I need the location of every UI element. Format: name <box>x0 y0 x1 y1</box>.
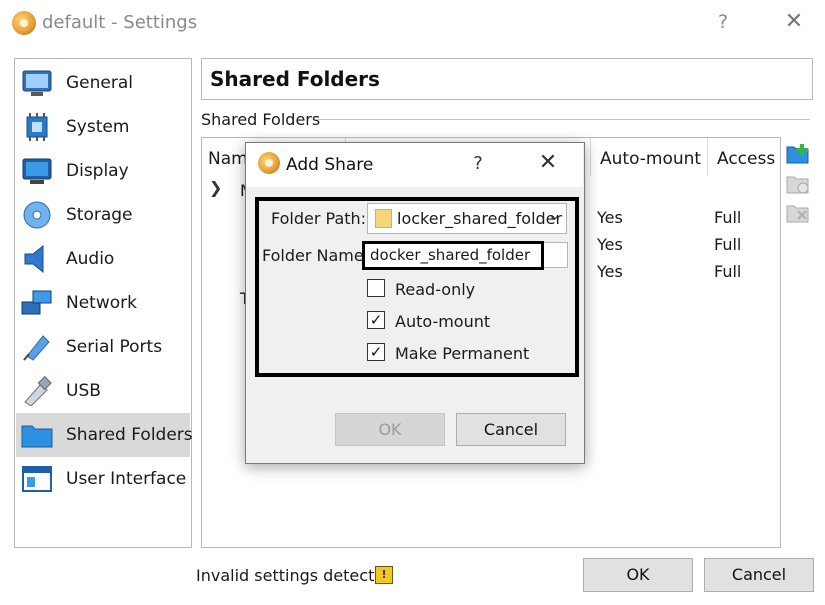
status-message: Invalid settings detected <box>196 566 395 585</box>
remove-share-icon[interactable] <box>786 202 810 224</box>
dialog-ok-button[interactable]: OK <box>335 413 445 446</box>
sidebar-item-label: Network <box>66 293 137 313</box>
table-cell-automount: Yes <box>597 262 623 281</box>
display-monitor-icon <box>22 158 52 184</box>
readonly-label: Read-only <box>395 280 476 299</box>
sidebar-item-label: Display <box>66 161 129 181</box>
storage-disk-icon <box>23 201 51 229</box>
general-icon <box>22 70 52 96</box>
column-header-access[interactable]: Access <box>717 149 775 169</box>
readonly-checkbox[interactable] <box>367 279 385 297</box>
shared-folder-icon <box>21 425 53 448</box>
folder-name-label: Folder Name: <box>262 246 370 265</box>
folder-path-value: locker_shared_folder <box>397 209 563 228</box>
sidebar-item-display[interactable]: Display <box>16 149 190 193</box>
sidebar-item-label: USB <box>66 381 101 401</box>
column-separator <box>590 138 591 176</box>
table-cell-access: Full <box>714 235 742 254</box>
automount-checkbox[interactable]: ✓ <box>367 311 385 329</box>
serial-port-icon <box>23 335 50 361</box>
sidebar-item-user-interface[interactable]: User Interface <box>16 457 190 501</box>
section-divider <box>315 119 810 120</box>
table-cell-automount: Yes <box>597 208 623 227</box>
ok-button[interactable]: OK <box>583 558 693 592</box>
dialog-title: Add Share <box>286 155 374 175</box>
sidebar-item-label: General <box>66 73 133 93</box>
folder-name-value: docker_shared_folder <box>370 246 531 264</box>
sidebar-item-label: Storage <box>66 205 133 225</box>
close-button[interactable]: ✕ <box>782 9 806 34</box>
sidebar-item-label: System <box>66 117 130 137</box>
column-header-automount[interactable]: Auto-mount <box>600 149 701 169</box>
window-title: default - Settings <box>42 12 198 33</box>
cancel-button[interactable]: Cancel <box>704 558 814 592</box>
sidebar-item-network[interactable]: Network <box>16 281 190 325</box>
chevron-down-icon[interactable]: ❯ <box>209 178 222 197</box>
edit-share-icon[interactable] <box>786 173 810 195</box>
table-cell-automount: Yes <box>597 235 623 254</box>
table-cell-access: Full <box>714 262 742 281</box>
sidebar-item-label: User Interface <box>66 469 187 489</box>
dialog-close-button[interactable]: ✕ <box>537 150 559 175</box>
settings-sidebar: General System Display Storage Audio Net… <box>14 58 193 548</box>
make-permanent-checkbox[interactable]: ✓ <box>367 343 385 361</box>
section-label: Shared Folders <box>201 110 321 129</box>
chevron-down-icon[interactable]: ⌄ <box>548 206 561 224</box>
page-title: Shared Folders <box>210 67 380 91</box>
usb-icon <box>24 376 52 406</box>
sidebar-item-system[interactable]: System <box>16 105 190 149</box>
system-chip-icon <box>26 113 48 141</box>
sidebar-item-label: Audio <box>66 249 115 269</box>
user-interface-icon <box>22 466 52 492</box>
column-separator <box>707 138 708 176</box>
virtualbox-app-icon <box>12 11 36 35</box>
sidebar-item-audio[interactable]: Audio <box>16 237 190 281</box>
sidebar-item-label: Serial Ports <box>66 337 163 357</box>
dialog-app-icon <box>258 152 280 174</box>
folder-icon <box>375 209 392 228</box>
sidebar-item-label: Shared Folders <box>66 425 193 445</box>
column-header-name[interactable]: Nam <box>208 149 248 169</box>
network-icon <box>21 290 52 315</box>
folder-path-label: Folder Path: <box>271 209 367 228</box>
sidebar-item-shared-folders[interactable]: Shared Folders <box>16 413 193 457</box>
sidebar-item-general[interactable]: General <box>16 61 190 105</box>
dialog-help-button[interactable]: ? <box>470 153 486 174</box>
warning-icon[interactable]: ! <box>375 566 393 584</box>
table-cell-access: Full <box>714 208 742 227</box>
audio-speaker-icon <box>24 244 44 274</box>
make-permanent-label: Make Permanent <box>395 344 530 363</box>
sidebar-item-serial-ports[interactable]: Serial Ports <box>16 325 190 369</box>
sidebar-item-usb[interactable]: USB <box>16 369 190 413</box>
sidebar-item-storage[interactable]: Storage <box>16 193 190 237</box>
add-share-icon[interactable] <box>786 143 810 165</box>
automount-label: Auto-mount <box>395 312 491 331</box>
dialog-cancel-button[interactable]: Cancel <box>456 413 566 446</box>
help-button[interactable]: ? <box>713 11 733 33</box>
